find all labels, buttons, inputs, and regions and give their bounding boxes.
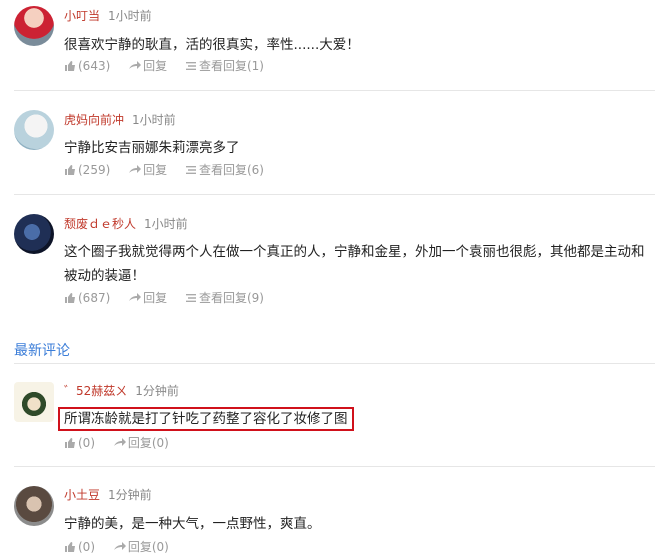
thumb-up-icon — [65, 61, 75, 71]
reply-button[interactable]: 回复(0) — [113, 435, 169, 451]
like-button[interactable]: (0) — [64, 539, 95, 555]
reply-label: 回复 — [143, 59, 168, 73]
comment-text: 这个圈子我就觉得两个人在做一个真正的人，宁静和金星，外加一个袁丽也很彪，其他都是… — [64, 244, 645, 284]
divider — [14, 363, 655, 364]
like-count: (643) — [78, 59, 111, 73]
list-icon — [185, 294, 196, 302]
highlighted-comment-text: 所谓冻龄就是打了针吃了药整了容化了妆修了图 — [58, 407, 354, 431]
reply-label: 回复 — [143, 163, 168, 177]
list-icon — [185, 62, 196, 70]
avatar[interactable] — [14, 110, 54, 150]
reply-arrow-icon — [129, 293, 142, 301]
reply-button[interactable]: 回复 — [128, 58, 167, 74]
view-replies-label: 查看回复(9) — [198, 291, 264, 305]
view-replies-button[interactable]: 查看回复(6) — [185, 162, 264, 178]
reply-arrow-icon — [113, 438, 126, 446]
reply-button[interactable]: 回复 — [128, 290, 167, 306]
username[interactable]: ゛52赫茲ㄨ — [64, 384, 127, 398]
view-replies-label: 查看回复(6) — [198, 163, 264, 177]
thumb-up-icon — [65, 165, 75, 175]
like-button[interactable]: (687) — [64, 290, 110, 306]
comment-text: 宁静比安吉丽娜朱莉漂亮多了 — [64, 140, 240, 156]
like-count: (687) — [78, 291, 111, 305]
thumb-up-icon — [65, 542, 75, 552]
comment-text: 宁静的美，是一种大气，一点野性，爽直。 — [64, 516, 321, 532]
comment-text: 很喜欢宁静的耿直，活的很真实，率性......大爱！ — [64, 37, 360, 53]
username[interactable]: 小土豆 — [64, 488, 100, 502]
divider — [14, 90, 655, 91]
avatar[interactable] — [14, 214, 54, 254]
list-icon — [185, 166, 196, 174]
avatar[interactable] — [14, 486, 54, 526]
reply-arrow-icon — [129, 61, 142, 69]
reply-arrow-icon — [113, 542, 126, 550]
view-replies-button[interactable]: 查看回复(9) — [185, 290, 264, 306]
like-count: (259) — [78, 163, 111, 177]
divider — [14, 194, 655, 195]
timestamp: 1小时前 — [108, 9, 152, 23]
like-button[interactable]: (0) — [64, 435, 95, 451]
timestamp: 1分钟前 — [135, 384, 179, 398]
timestamp: 1小时前 — [132, 113, 176, 127]
comment-text: 所谓冻龄就是打了针吃了药整了容化了妆修了图 — [58, 407, 654, 431]
view-replies-label: 查看回复(1) — [198, 59, 264, 73]
reply-label: 回复(0) — [127, 540, 169, 554]
timestamp: 1分钟前 — [108, 488, 152, 502]
like-count: (0) — [78, 436, 95, 450]
thumb-up-icon — [65, 438, 75, 448]
username[interactable]: 虎妈向前冲 — [64, 113, 124, 127]
username[interactable]: 颓废ｄｅ秒人 — [64, 217, 136, 231]
reply-arrow-icon — [129, 165, 142, 173]
avatar[interactable] — [14, 6, 54, 46]
like-button[interactable]: (643) — [64, 58, 110, 74]
timestamp: 1小时前 — [144, 217, 188, 231]
avatar[interactable] — [14, 382, 54, 422]
like-button[interactable]: (259) — [64, 162, 110, 178]
reply-button[interactable]: 回复(0) — [113, 539, 169, 555]
username[interactable]: 小叮当 — [64, 9, 100, 23]
section-title: 最新评论 — [14, 343, 70, 359]
reply-label: 回复 — [143, 291, 168, 305]
thumb-up-icon — [65, 293, 75, 303]
reply-label: 回复(0) — [127, 436, 169, 450]
reply-button[interactable]: 回复 — [128, 162, 167, 178]
like-count: (0) — [78, 540, 95, 554]
view-replies-button[interactable]: 查看回复(1) — [185, 58, 264, 74]
divider — [14, 466, 655, 467]
